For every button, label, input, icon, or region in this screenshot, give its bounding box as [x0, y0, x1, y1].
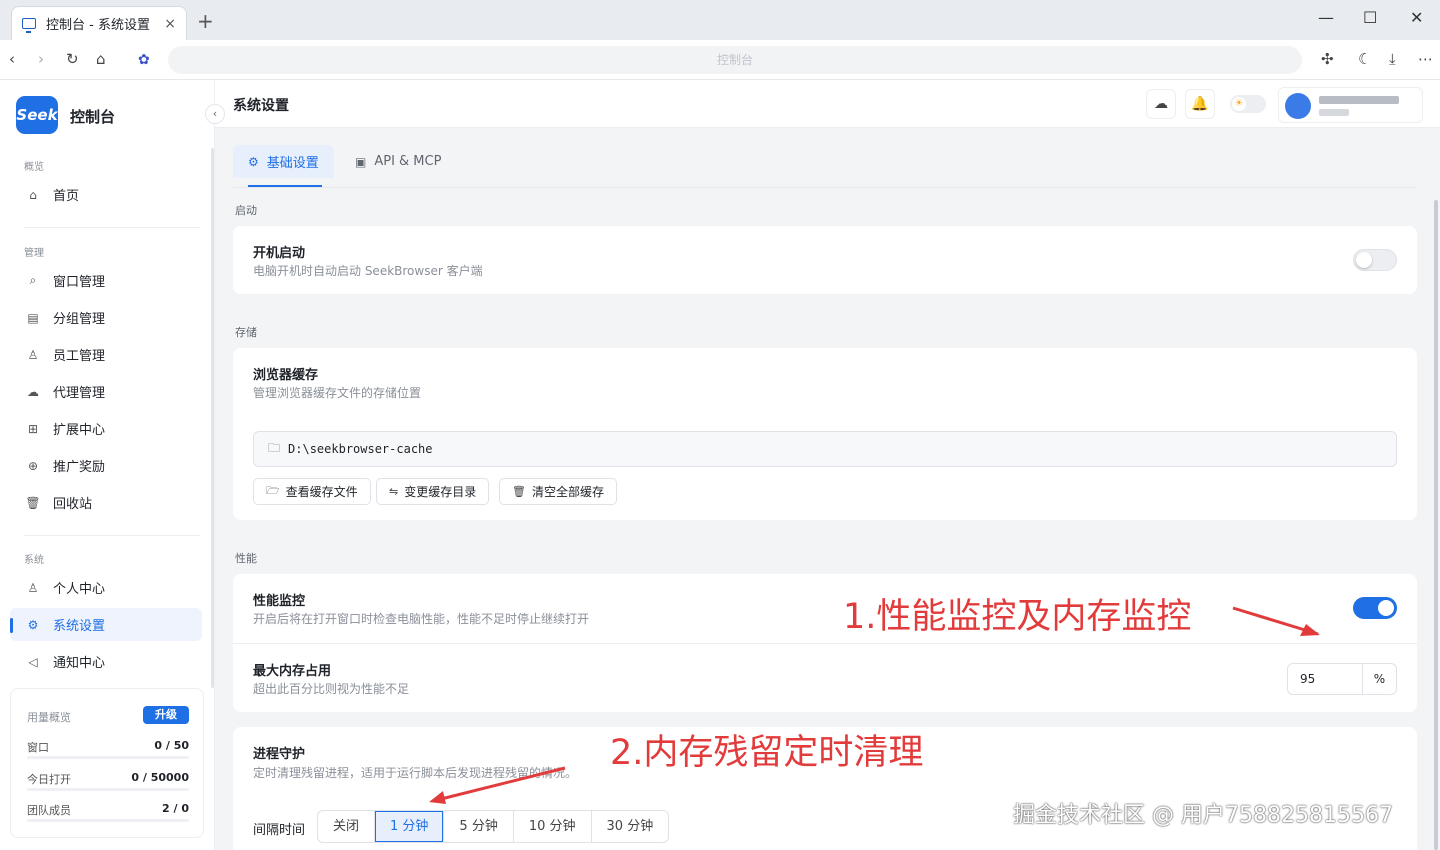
- main-scrollbar[interactable]: [1434, 200, 1438, 850]
- sidebar-collapse-button[interactable]: ‹: [205, 104, 225, 124]
- watermark: 掘金技术社区 @ 用户758825815567: [1013, 803, 1393, 828]
- annotation-arrows: [429, 606, 1320, 804]
- annotation-arrow-1: [1232, 606, 1320, 636]
- annotation-arrow-2: [429, 766, 566, 804]
